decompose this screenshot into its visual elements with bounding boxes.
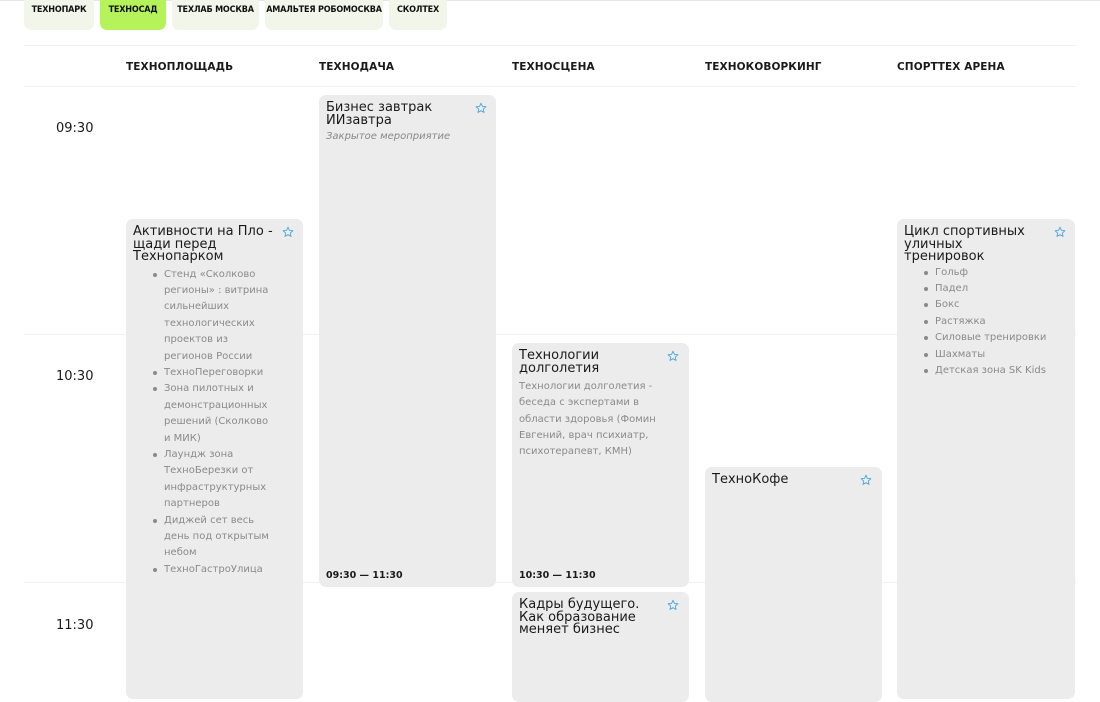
star-icon[interactable] <box>1054 226 1066 238</box>
event-title: Технологии долголетия <box>519 348 600 376</box>
list-item: Силовые тренировки <box>924 330 1047 346</box>
list-item: Диджей сет весь день под открытым небом <box>153 513 275 562</box>
event-time: 10:30 — 11:30 <box>519 570 596 581</box>
time-label: 11:30 <box>56 618 94 633</box>
star-icon[interactable] <box>667 599 679 611</box>
event-card[interactable]: Цикл спортивных уличных тренировок Гольф… <box>897 219 1075 699</box>
event-description: Технологии долголетия - беседа с эксперт… <box>519 381 656 458</box>
list-item: Стенд «Сколково регионы» : витрина сильн… <box>153 267 275 365</box>
event-card[interactable]: Активности на Пло - щади перед Технопарк… <box>126 219 303 699</box>
tab-skoltech[interactable]: СКОЛТЕХ <box>389 0 447 30</box>
list-item: ТехноПереговорки <box>153 365 275 381</box>
list-item: Растяжка <box>924 314 1047 330</box>
event-title: Цикл спортивных уличных тренировок <box>904 224 1025 264</box>
venue-header: ТЕХНОПЛОЩАДЬ <box>126 61 234 73</box>
list-item: Гольф <box>924 265 1047 281</box>
list-item: Бокс <box>924 297 1047 313</box>
tab-amalteya[interactable]: АМАЛЬТЕЯ РОБОМОСКВА <box>265 0 383 30</box>
time-label: 09:30 <box>56 121 94 136</box>
venue-header: ТЕХНОДАЧА <box>319 61 395 73</box>
list-item: Падел <box>924 281 1047 297</box>
tab-tehlab-moskva[interactable]: ТЕХЛАБ МОСКВА <box>172 0 259 30</box>
event-card[interactable]: Технологии долголетия Технологии долголе… <box>512 343 689 587</box>
event-title: Бизнес завтрак ИИзавтра <box>326 100 433 128</box>
activity-list: Стенд «Сколково регионы» : витрина сильн… <box>133 267 275 579</box>
training-list: Гольф Падел Бокс Растяжка Силовые тренир… <box>904 265 1047 380</box>
event-time: 09:30 — 11:30 <box>326 570 403 581</box>
event-card[interactable]: Бизнес завтрак ИИзавтра Закрытое меропри… <box>319 95 496 587</box>
event-card[interactable]: ТехноКофе <box>705 467 882 702</box>
event-title: ТехноКофе <box>712 472 789 487</box>
star-icon[interactable] <box>860 474 872 486</box>
list-item: Лаундж зона ТехноБерезки от инфраструкту… <box>153 447 275 513</box>
tab-tehnosad[interactable]: ТЕХНОСАД <box>100 0 166 30</box>
divider <box>24 45 1076 46</box>
star-icon[interactable] <box>667 350 679 362</box>
list-item: Шахматы <box>924 347 1047 363</box>
star-icon[interactable] <box>282 226 294 238</box>
star-icon[interactable] <box>475 102 487 114</box>
time-label: 10:30 <box>56 369 94 384</box>
venue-header: ТЕХНОСЦЕНА <box>512 61 595 73</box>
venue-header: СПОРТТЕХ АРЕНА <box>897 61 1005 73</box>
venue-header: ТЕХНОКОВОРКИНГ <box>705 61 822 73</box>
event-subtitle: Закрытое мероприятие <box>326 131 451 142</box>
list-item: ТехноГастроУлица <box>153 562 275 578</box>
event-card[interactable]: Кадры будущего. Как образование меняет б… <box>512 592 689 702</box>
list-item: Зона пилотных и демонстрационных решений… <box>153 381 275 447</box>
tab-tehnopark[interactable]: ТЕХНОПАРК <box>24 0 94 30</box>
list-item: Детская зона SK Kids <box>924 363 1047 379</box>
divider <box>24 86 1076 87</box>
event-title: Активности на Пло - щади перед Технопарк… <box>133 224 273 264</box>
event-title: Кадры будущего. Как образование меняет б… <box>519 597 640 637</box>
